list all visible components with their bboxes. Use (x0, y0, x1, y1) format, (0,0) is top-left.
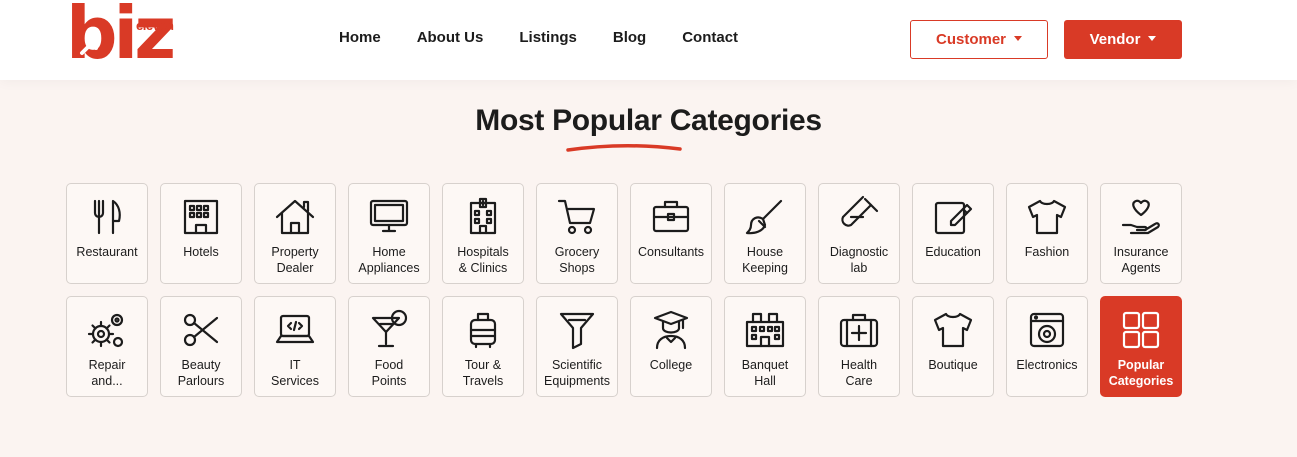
customer-button-label: Customer (935, 31, 1006, 48)
shopping-cart-icon (555, 195, 599, 239)
category-tile[interactable]: Consultants (630, 183, 712, 284)
caret-down-icon (1148, 35, 1157, 41)
site-header: biz eleven Home About Us Listings Blog C… (0, 0, 1297, 80)
category-tile[interactable]: Banquet Hall (724, 296, 806, 397)
category-label: Consultants (637, 245, 704, 259)
cocktail-icon (367, 308, 411, 352)
category-tile[interactable]: Beauty Parlours (160, 296, 242, 397)
house-icon (273, 195, 317, 239)
caret-down-icon (1014, 35, 1022, 41)
gears-icon (85, 308, 129, 352)
washing-machine-icon (1025, 308, 1069, 352)
category-tile[interactable]: Home Appliances (348, 183, 430, 284)
scissors-icon (179, 308, 223, 352)
nav-listings[interactable]: Listings (519, 29, 577, 49)
category-label: Property Dealer (271, 245, 319, 275)
category-label: IT Services (271, 358, 319, 388)
category-label: Diagnostic lab (829, 245, 889, 275)
banquet-building-icon (743, 308, 787, 352)
category-tile[interactable]: Restaurant (66, 183, 148, 284)
tshirt-icon (931, 308, 975, 352)
category-tile[interactable]: Insurance Agents (1100, 183, 1182, 284)
nav-blog[interactable]: Blog (613, 29, 646, 49)
vendor-button-label: Vendor (1089, 31, 1141, 48)
category-tile[interactable]: College (630, 296, 712, 397)
medical-kit-icon (837, 308, 881, 352)
category-label: Health Care (840, 358, 878, 388)
category-label: Hotels (183, 245, 219, 259)
nav-home[interactable]: Home (339, 29, 381, 49)
brush-icon (743, 195, 787, 239)
category-tile[interactable]: Education (912, 183, 994, 284)
grid-icon (1119, 308, 1163, 352)
nav-about-us[interactable]: About Us (417, 29, 484, 49)
category-tile[interactable]: Hospitals & Clinics (442, 183, 524, 284)
category-label: Hospitals & Clinics (457, 245, 509, 275)
section-title: Most Popular Categories (475, 104, 822, 137)
fork-knife-icon (85, 195, 129, 239)
logo-subtext: eleven (136, 18, 174, 33)
category-label: College (649, 358, 693, 372)
category-tile[interactable]: Fashion (1006, 183, 1088, 284)
vendor-dropdown-button[interactable]: Vendor (1064, 20, 1182, 59)
category-tile[interactable]: Repair and... (66, 296, 148, 397)
category-label: Food Points (371, 358, 407, 388)
category-tile[interactable]: Tour & Travels (442, 296, 524, 397)
graduate-icon (649, 308, 693, 352)
category-tile[interactable]: Hotels (160, 183, 242, 284)
hospital-icon (461, 195, 505, 239)
category-tile[interactable]: Diagnostic lab (818, 183, 900, 284)
tv-icon (367, 195, 411, 239)
luggage-icon (461, 308, 505, 352)
category-label: Popular Categories (1108, 358, 1174, 388)
category-tile[interactable]: Property Dealer (254, 183, 336, 284)
category-label: Fashion (1024, 245, 1070, 259)
tshirt-icon (1025, 195, 1069, 239)
category-label: Restaurant (76, 245, 138, 259)
logo-arrow-icon (80, 37, 98, 55)
category-tile[interactable]: Food Points (348, 296, 430, 397)
category-label: Education (925, 245, 981, 259)
category-label: Tour & Travels (462, 358, 504, 388)
test-tube-icon (837, 195, 881, 239)
category-label: Beauty Parlours (177, 358, 225, 388)
nav-contact[interactable]: Contact (682, 29, 738, 49)
category-label: Insurance Agents (1113, 245, 1169, 275)
category-tile[interactable]: Health Care (818, 296, 900, 397)
hotel-building-icon (179, 195, 223, 239)
category-tile[interactable]: IT Services (254, 296, 336, 397)
hand-heart-icon (1119, 195, 1163, 239)
category-label: Home Appliances (358, 245, 420, 275)
category-label: Repair and... (88, 358, 126, 388)
category-tile[interactable]: Boutique (912, 296, 994, 397)
category-label: Electronics (1016, 358, 1078, 372)
category-label: Banquet Hall (741, 358, 789, 388)
main-nav: Home About Us Listings Blog Contact (339, 29, 774, 49)
category-tile[interactable]: Grocery Shops (536, 183, 618, 284)
category-tile[interactable]: Popular Categories (1100, 296, 1182, 397)
category-label: House Keeping (742, 245, 788, 275)
category-tile[interactable]: Scientific Equipments (536, 296, 618, 397)
funnel-icon (555, 308, 599, 352)
customer-dropdown-button[interactable]: Customer (910, 20, 1048, 59)
category-label: Scientific Equipments (543, 358, 610, 388)
category-tile[interactable]: House Keeping (724, 183, 806, 284)
category-tile[interactable]: Electronics (1006, 296, 1088, 397)
category-label: Boutique (928, 358, 978, 372)
category-label: Grocery Shops (554, 245, 600, 275)
briefcase-icon (649, 195, 693, 239)
laptop-code-icon (273, 308, 317, 352)
title-underline-decoration (566, 143, 682, 152)
brand-logo[interactable]: biz eleven (64, 0, 176, 77)
pencil-square-icon (931, 195, 975, 239)
